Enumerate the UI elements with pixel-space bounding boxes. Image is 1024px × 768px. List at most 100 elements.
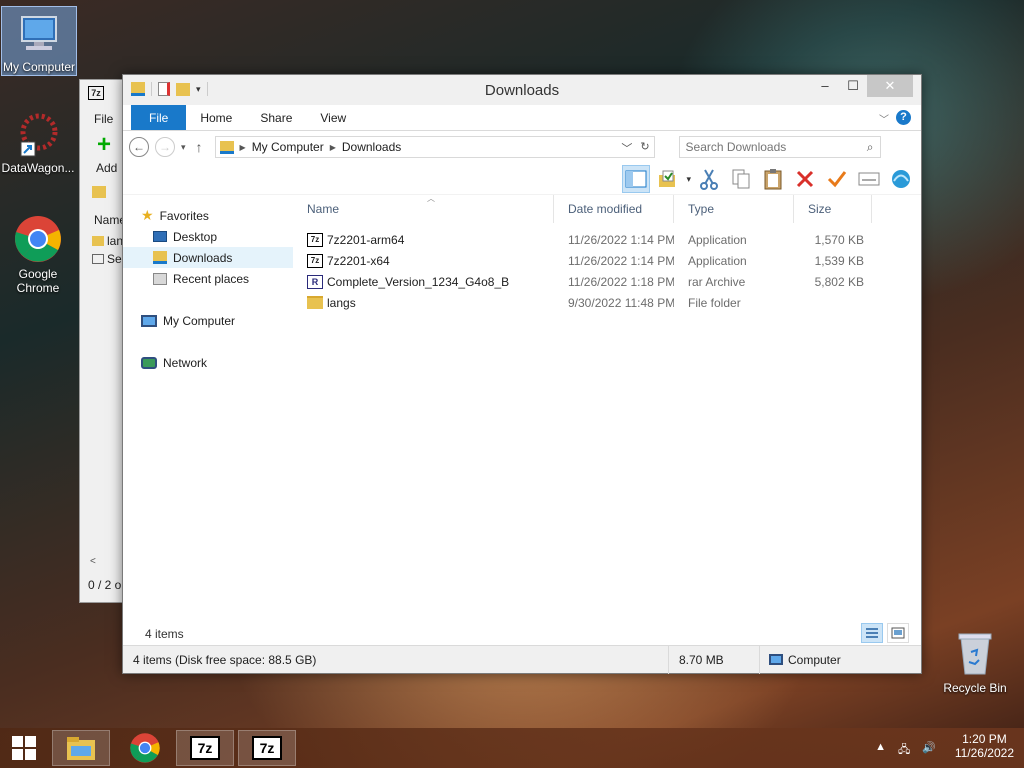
bg-menu-file[interactable]: File — [94, 112, 113, 126]
file-icon — [92, 254, 104, 264]
file-row[interactable]: langs 9/30/2022 11:48 PM File folder — [293, 292, 921, 313]
desktop-icon-label: My Computer — [2, 60, 76, 74]
file-explorer-icon — [67, 737, 95, 760]
chrome-icon — [130, 733, 160, 763]
preview-pane-button[interactable] — [622, 165, 651, 193]
window-title: Downloads — [484, 82, 560, 99]
clock-date: 11/26/2022 — [954, 746, 1014, 760]
search-box[interactable]: ⌕ — [678, 136, 881, 158]
minimize-button[interactable]: – — [811, 75, 839, 97]
folder-options-dropdown-icon[interactable]: ▾ — [686, 174, 691, 185]
tab-file[interactable]: File — [131, 105, 187, 130]
cut-button[interactable] — [695, 165, 723, 193]
clock-time: 1:20 PM — [962, 732, 1007, 746]
nav-recent-places[interactable]: Recent places — [123, 268, 293, 289]
breadcrumb-my-computer[interactable]: My Computer — [252, 140, 324, 154]
explorer-window[interactable]: ▾ Downloads – ☐ ✕ File Home Share View ﹀… — [122, 74, 922, 674]
copy-button[interactable] — [727, 165, 755, 193]
bg-scroll-left[interactable]: < — [90, 556, 96, 567]
shell-button[interactable] — [887, 165, 915, 193]
delete-button[interactable] — [791, 165, 819, 193]
details-view-button[interactable] — [861, 623, 883, 643]
taskbar-7zip-1[interactable]: 7z — [176, 730, 234, 766]
bg-row-1[interactable]: lan — [92, 234, 123, 248]
address-bar[interactable]: ▶ My Computer ▶ Downloads ﹀ ↻ — [214, 136, 655, 158]
paste-button[interactable] — [759, 165, 787, 193]
show-hidden-icons-icon[interactable]: ▲ — [875, 741, 886, 760]
address-dropdown-icon[interactable]: ﹀ — [621, 140, 632, 156]
network-icon[interactable]: 🖧 — [898, 741, 910, 760]
bg-row-2[interactable]: Se — [92, 252, 122, 266]
windows-logo-icon — [12, 736, 36, 760]
desktop-icon-my-computer[interactable]: My Computer — [1, 6, 77, 76]
7z-app-icon: 7z — [307, 253, 323, 268]
desktop-icon-recycle-bin[interactable]: Recycle Bin — [937, 630, 1013, 695]
desktop-icon-chrome[interactable]: Google Chrome — [0, 214, 76, 295]
7z-app-icon: 7z — [307, 232, 323, 247]
taskbar-chrome[interactable] — [116, 730, 174, 766]
search-icon[interactable]: ⌕ — [867, 140, 874, 155]
nav-favorites[interactable]: ★ Favorites — [123, 205, 293, 226]
checkmark-icon — [827, 171, 847, 188]
7z-icon: 7z — [190, 736, 220, 760]
back-button[interactable]: ← — [129, 137, 149, 157]
title-bar[interactable]: ▾ Downloads – ☐ ✕ — [123, 75, 921, 105]
breadcrumb-separator-icon[interactable]: ▶ — [240, 143, 246, 152]
navigation-pane: ★ Favorites Desktop Downloads Recent pla… — [123, 195, 293, 615]
taskbar-7zip-2[interactable]: 7z — [238, 730, 296, 766]
search-input[interactable] — [685, 140, 846, 154]
delete-x-icon — [796, 170, 814, 188]
ribbon-tabs: File Home Share View ﹀ ? — [123, 105, 921, 131]
volume-icon[interactable]: 🔊 — [922, 741, 936, 760]
navigation-bar: ← → ▾ ↑ ▶ My Computer ▶ Downloads ﹀ ↻ ⌕ — [123, 131, 921, 163]
rename-button[interactable] — [823, 165, 851, 193]
properties-sheet-icon — [858, 172, 880, 186]
column-name[interactable]: Name — [293, 195, 554, 223]
datawagon-icon — [20, 113, 58, 157]
close-button[interactable]: ✕ — [867, 75, 913, 97]
taskbar-explorer[interactable] — [52, 730, 110, 766]
7z-icon: 7z — [252, 736, 282, 760]
expand-ribbon-icon[interactable]: ﹀ — [879, 111, 889, 126]
refresh-icon[interactable]: ↻ — [640, 140, 649, 156]
breadcrumb-downloads[interactable]: Downloads — [342, 140, 401, 154]
recent-locations-icon[interactable]: ▾ — [181, 142, 186, 153]
properties-button[interactable] — [855, 165, 883, 193]
item-count: 4 items — [145, 627, 184, 641]
computer-icon — [141, 314, 157, 327]
nav-my-computer[interactable]: My Computer — [123, 310, 293, 331]
nav-desktop[interactable]: Desktop — [123, 226, 293, 247]
column-headers: Name Date modified Type Size — [293, 195, 921, 223]
tab-view[interactable]: View — [306, 105, 360, 130]
recycle-bin-icon — [958, 633, 992, 675]
folder-icon — [307, 296, 323, 309]
shell-icon — [892, 170, 910, 188]
bg-add-button[interactable]: Add — [96, 161, 117, 175]
nav-downloads[interactable]: Downloads — [123, 247, 293, 268]
desktop-icon-label: Recycle Bin — [943, 681, 1007, 695]
column-size[interactable]: Size — [794, 195, 872, 223]
file-row[interactable]: R Complete_Version_1234_G4o8_B 11/26/202… — [293, 271, 921, 292]
breadcrumb-separator-icon[interactable]: ▶ — [330, 143, 336, 152]
column-date-modified[interactable]: Date modified — [554, 195, 674, 223]
forward-button[interactable]: → — [155, 137, 175, 157]
column-type[interactable]: Type — [674, 195, 794, 223]
scissors-icon — [700, 169, 718, 190]
file-row[interactable]: 7z 7z2201-x64 11/26/2022 1:14 PM Applica… — [293, 250, 921, 271]
maximize-button[interactable]: ☐ — [839, 75, 867, 97]
tab-share[interactable]: Share — [246, 105, 306, 130]
folder-icon — [92, 236, 104, 246]
sort-arrow-icon: ︿ — [427, 194, 435, 203]
nav-network[interactable]: Network — [123, 352, 293, 373]
file-row[interactable]: 7z 7z2201-arm64 11/26/2022 1:14 PM Appli… — [293, 229, 921, 250]
folder-options-button[interactable] — [654, 165, 682, 193]
network-icon — [141, 356, 157, 369]
start-button[interactable] — [0, 730, 48, 766]
large-icons-view-button[interactable] — [887, 623, 909, 643]
clock[interactable]: 1:20 PM 11/26/2022 — [955, 732, 1014, 760]
up-button[interactable]: ↑ — [196, 139, 203, 155]
up-folder-icon — [92, 186, 106, 198]
desktop-icon-datawagon[interactable]: DataWagon... — [0, 112, 76, 175]
help-icon[interactable]: ? — [896, 110, 911, 125]
tab-home[interactable]: Home — [186, 105, 246, 130]
